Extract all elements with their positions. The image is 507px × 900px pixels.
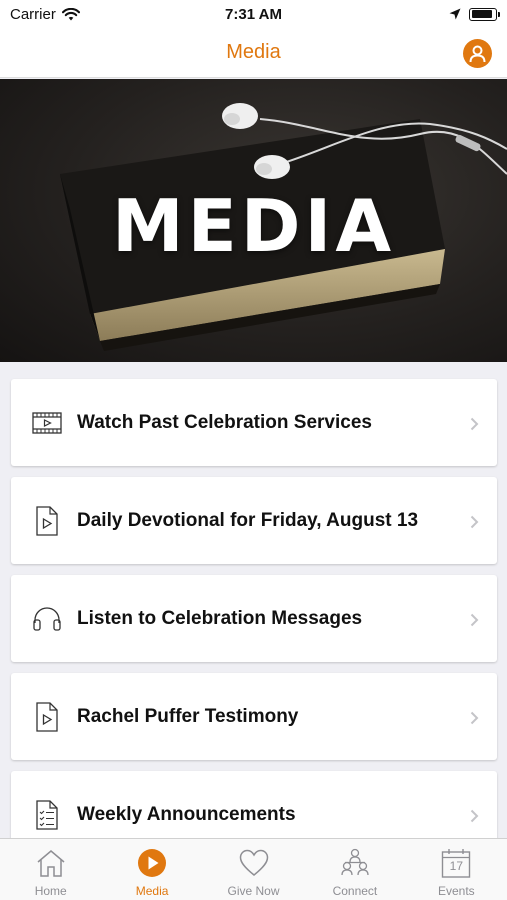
tab-label: Connect [332,884,378,898]
status-right [449,7,500,21]
status-bar: Carrier 7:31 AM [0,0,507,28]
home-icon [35,847,67,879]
hero-title: MEDIA [111,184,396,268]
headphones-icon [31,603,63,635]
user-icon [469,45,486,62]
chevron-right-icon [470,515,479,529]
calendar-icon: 17 [440,847,472,879]
battery-icon [469,7,500,21]
media-item-watch-past-celebration-services[interactable]: Watch Past Celebration Services [11,379,497,466]
calendar-day: 17 [449,859,463,873]
media-item-label: Weekly Announcements [77,803,296,825]
navigation-bar: Media [0,28,507,78]
chevron-right-icon [470,711,479,725]
checklist-document-icon [31,799,63,831]
film-icon [31,407,63,439]
battery-fill [471,10,493,18]
media-item-rachel-puffer-testimony[interactable]: Rachel Puffer Testimony [11,673,497,760]
media-item-daily-devotional[interactable]: Daily Devotional for Friday, August 13 [11,477,497,564]
media-item-weekly-announcements[interactable]: Weekly Announcements [11,771,497,838]
tab-give-now[interactable]: Give Now [203,839,304,900]
video-file-icon [31,505,63,537]
tab-label: Events [437,884,475,898]
chevron-right-icon [470,613,479,627]
tab-connect[interactable]: Connect [304,839,405,900]
video-file-icon [31,701,63,733]
heart-icon [238,847,270,879]
media-item-label: Watch Past Celebration Services [77,411,372,433]
media-item-listen-to-celebration-messages[interactable]: Listen to Celebration Messages [11,575,497,662]
media-item-label: Listen to Celebration Messages [77,607,363,629]
tab-label: Media [135,884,169,898]
play-circle-icon [136,847,168,879]
carrier-label: Carrier [10,5,56,23]
chevron-right-icon [470,809,479,823]
media-list: Watch Past Celebration Services Daily De… [0,362,507,838]
page-title: Media [226,41,281,63]
tab-label: Give Now [227,884,280,898]
tab-bar: Home Media Give Now Connect 17 Events [0,838,507,900]
profile-button[interactable] [463,39,492,68]
hero-banner: MEDIA [0,79,507,362]
location-arrow-icon [449,8,461,20]
tab-events[interactable]: 17 Events [406,839,507,900]
chevron-right-icon [470,417,479,431]
tab-home[interactable]: Home [0,839,101,900]
tab-label: Home [34,884,67,898]
people-icon [339,847,371,879]
media-item-label: Daily Devotional for Friday, August 13 [77,509,419,531]
wifi-icon [61,7,80,20]
media-item-label: Rachel Puffer Testimony [77,705,299,727]
tab-media[interactable]: Media [101,839,202,900]
status-left: Carrier [10,6,80,23]
